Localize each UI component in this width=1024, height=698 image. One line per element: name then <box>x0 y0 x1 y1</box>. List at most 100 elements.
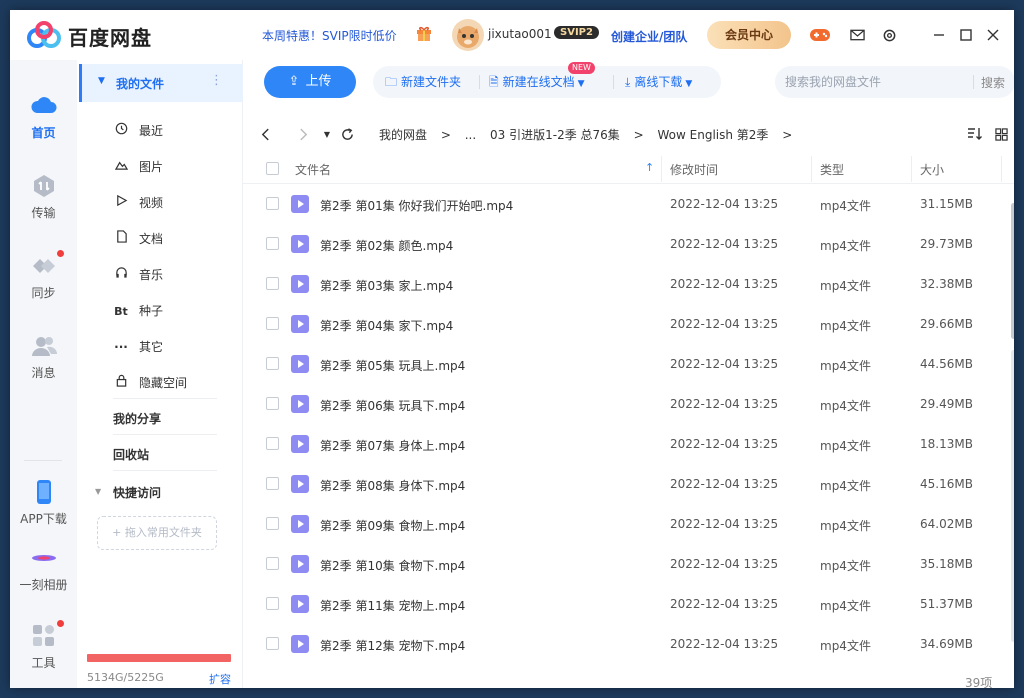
column-divider[interactable] <box>661 156 662 182</box>
rail-item-home[interactable]: 首页 <box>10 92 77 141</box>
row-checkbox[interactable] <box>266 597 279 610</box>
column-header-name[interactable]: 文件名 <box>295 161 331 178</box>
column-header-modified[interactable]: 修改时间 <box>670 161 718 178</box>
search-button[interactable]: 搜索 <box>981 74 1005 91</box>
column-divider[interactable] <box>1001 156 1002 182</box>
select-all-checkbox[interactable] <box>266 162 279 175</box>
row-checkbox[interactable] <box>266 277 279 290</box>
sidebar-item-my-share[interactable]: 我的分享 <box>113 410 161 427</box>
vip-center-button[interactable]: 会员中心 <box>707 21 791 49</box>
game-icon[interactable] <box>809 24 831 46</box>
row-checkbox[interactable] <box>266 197 279 210</box>
forward-icon[interactable] <box>293 124 313 144</box>
table-row[interactable]: 第2季 第01集 你好我们开始吧.mp4 2022-12-04 13:25 mp… <box>243 184 1003 224</box>
breadcrumb-current[interactable]: Wow English 第2季 <box>658 128 769 142</box>
row-checkbox[interactable] <box>266 357 279 370</box>
file-name[interactable]: 第2季 第01集 你好我们开始吧.mp4 <box>320 197 513 214</box>
quick-access-drop-zone[interactable]: + 拖入常用文件夹 <box>97 516 217 550</box>
row-checkbox[interactable] <box>266 557 279 570</box>
username[interactable]: jixutao001 <box>488 27 552 41</box>
sidebar-item-documents[interactable]: 文档 <box>113 230 163 247</box>
rail-item-app-download[interactable]: APP下载 <box>10 478 77 527</box>
minimize-icon[interactable] <box>928 24 950 46</box>
sidebar-item-quick-access[interactable]: 快捷访问 <box>113 484 161 501</box>
file-name[interactable]: 第2季 第06集 玩具下.mp4 <box>320 397 465 414</box>
sort-icon[interactable] <box>965 124 985 144</box>
file-name[interactable]: 第2季 第10集 食物下.mp4 <box>320 557 465 574</box>
file-name[interactable]: 第2季 第03集 家上.mp4 <box>320 277 453 294</box>
table-row[interactable]: 第2季 第11集 宠物上.mp4 2022-12-04 13:25 mp4文件 … <box>243 584 1003 624</box>
file-size: 64.02MB <box>920 517 973 531</box>
sidebar-item-torrent[interactable]: Bt 种子 <box>113 302 163 319</box>
file-name[interactable]: 第2季 第08集 身体下.mp4 <box>320 477 465 494</box>
mail-icon[interactable] <box>846 24 868 46</box>
column-divider[interactable] <box>811 156 812 182</box>
table-row[interactable]: 第2季 第10集 食物下.mp4 2022-12-04 13:25 mp4文件 … <box>243 544 1003 584</box>
table-row[interactable]: 第2季 第05集 玩具上.mp4 2022-12-04 13:25 mp4文件 … <box>243 344 1003 384</box>
row-checkbox[interactable] <box>266 517 279 530</box>
rail-item-transfer[interactable]: 传输 <box>10 172 77 221</box>
create-enterprise-link[interactable]: 创建企业/团队 <box>611 28 687 45</box>
row-checkbox[interactable] <box>266 397 279 410</box>
sidebar-item-my-files[interactable]: ▼ 我的文件 ⋮ <box>79 64 243 102</box>
file-name[interactable]: 第2季 第09集 食物上.mp4 <box>320 517 465 534</box>
new-folder-button[interactable]: 🗀 新建文件夹 <box>385 66 461 98</box>
close-icon[interactable] <box>982 24 1004 46</box>
breadcrumb-root[interactable]: 我的网盘 <box>379 128 427 142</box>
column-header-size[interactable]: 大小 <box>920 161 944 178</box>
table-row[interactable]: 第2季 第12集 宠物下.mp4 2022-12-04 13:25 mp4文件 … <box>243 624 1003 664</box>
upload-button[interactable]: ⇪ 上传 <box>264 66 356 98</box>
row-checkbox[interactable] <box>266 477 279 490</box>
sidebar-item-other[interactable]: ··· 其它 <box>113 338 163 355</box>
sidebar-item-videos[interactable]: 视频 <box>113 194 163 211</box>
scrollbar-track[interactable] <box>1011 350 1014 642</box>
sort-ascending-icon[interactable]: ↑ <box>645 161 654 174</box>
table-row[interactable]: 第2季 第03集 家上.mp4 2022-12-04 13:25 mp4文件 3… <box>243 264 1003 304</box>
row-checkbox[interactable] <box>266 317 279 330</box>
refresh-icon[interactable] <box>337 124 357 144</box>
history-dropdown-icon[interactable]: ▼ <box>317 124 337 144</box>
rail-item-album[interactable]: 一刻相册 <box>10 544 77 593</box>
table-row[interactable]: 第2季 第08集 身体下.mp4 2022-12-04 13:25 mp4文件 … <box>243 464 1003 504</box>
row-checkbox[interactable] <box>266 437 279 450</box>
sidebar-item-recent[interactable]: 最近 <box>113 122 163 139</box>
avatar[interactable] <box>452 19 484 51</box>
sidebar-item-images[interactable]: 图片 <box>113 158 163 175</box>
row-checkbox[interactable] <box>266 637 279 650</box>
grid-view-icon[interactable] <box>991 124 1011 144</box>
rail-item-sync[interactable]: 同步 <box>10 250 77 301</box>
scrollbar-thumb[interactable] <box>1011 203 1014 339</box>
promo-link[interactable]: 本周特惠！SVIP限时低价 <box>262 27 397 44</box>
back-icon[interactable] <box>255 124 275 144</box>
table-row[interactable]: 第2季 第02集 颜色.mp4 2022-12-04 13:25 mp4文件 2… <box>243 224 1003 264</box>
caret-down-icon[interactable]: ▼ <box>95 487 101 496</box>
table-row[interactable]: 第2季 第09集 食物上.mp4 2022-12-04 13:25 mp4文件 … <box>243 504 1003 544</box>
gift-icon[interactable] <box>415 24 433 42</box>
offline-download-button[interactable]: ⤓ 离线下载 ▼ <box>625 66 692 98</box>
file-name[interactable]: 第2季 第02集 颜色.mp4 <box>320 237 453 254</box>
file-name[interactable]: 第2季 第11集 宠物上.mp4 <box>320 597 465 614</box>
table-row[interactable]: 第2季 第04集 家下.mp4 2022-12-04 13:25 mp4文件 2… <box>243 304 1003 344</box>
column-header-type[interactable]: 类型 <box>820 161 844 178</box>
file-name[interactable]: 第2季 第04集 家下.mp4 <box>320 317 453 334</box>
column-divider[interactable] <box>911 156 912 182</box>
maximize-icon[interactable] <box>955 24 977 46</box>
table-row[interactable]: 第2季 第07集 身体上.mp4 2022-12-04 13:25 mp4文件 … <box>243 424 1003 464</box>
sidebar-item-recycle[interactable]: 回收站 <box>113 446 149 463</box>
sidebar-item-hidden-space[interactable]: 隐藏空间 <box>113 374 187 391</box>
file-name[interactable]: 第2季 第05集 玩具上.mp4 <box>320 357 465 374</box>
breadcrumb-folder[interactable]: 03 引进版1-2季 总76集 <box>490 128 620 142</box>
file-name[interactable]: 第2季 第12集 宠物下.mp4 <box>320 637 465 654</box>
file-name[interactable]: 第2季 第07集 身体上.mp4 <box>320 437 465 454</box>
more-vertical-icon[interactable]: ⋮ <box>210 73 223 88</box>
rail-item-message[interactable]: 消息 <box>10 332 77 381</box>
settings-icon[interactable] <box>878 24 900 46</box>
rail-item-tools[interactable]: 工具 <box>10 620 77 671</box>
expand-storage-link[interactable]: 扩容 <box>209 671 231 687</box>
breadcrumb-ellipsis[interactable]: ... <box>465 128 476 142</box>
search-input[interactable] <box>785 72 965 92</box>
video-file-icon <box>291 275 309 293</box>
row-checkbox[interactable] <box>266 237 279 250</box>
table-row[interactable]: 第2季 第06集 玩具下.mp4 2022-12-04 13:25 mp4文件 … <box>243 384 1003 424</box>
sidebar-item-music[interactable]: 音乐 <box>113 266 163 283</box>
